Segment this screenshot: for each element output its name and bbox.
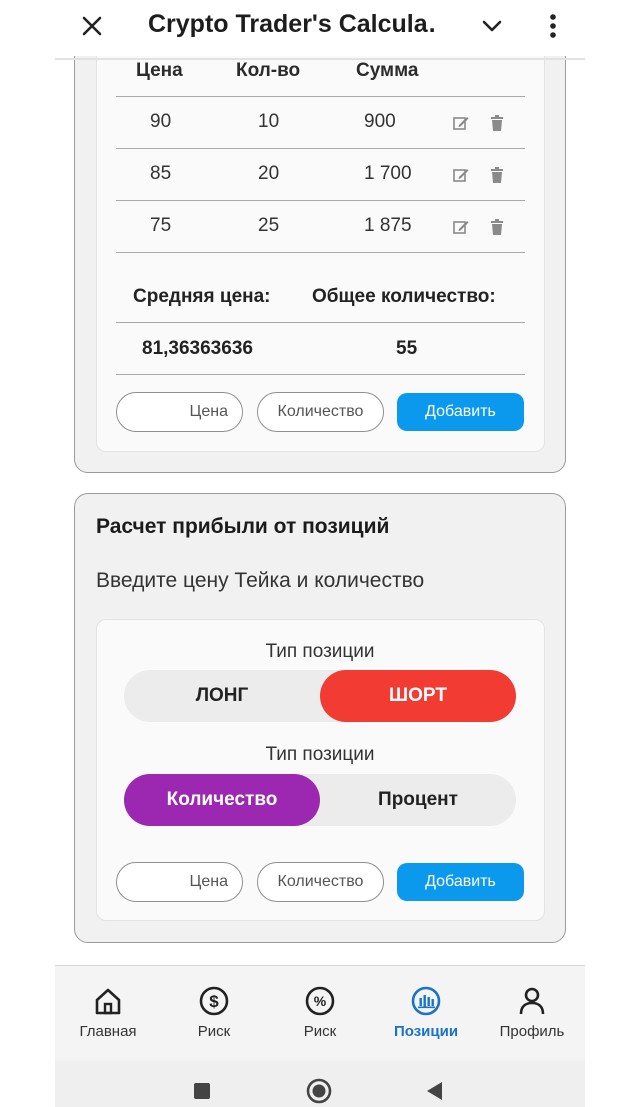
- nav-item-profile[interactable]: Профиль: [479, 966, 585, 1062]
- row-qty: 10: [258, 111, 280, 132]
- dollar-circle-icon: $: [199, 986, 229, 1016]
- take-add-button[interactable]: Добавить: [397, 863, 524, 901]
- table-row: 85 20 1 700: [116, 148, 525, 200]
- close-icon: [82, 16, 102, 36]
- nav-label-positions: Позиции: [393, 1023, 459, 1040]
- average-price-value: 81,36363636: [142, 338, 253, 359]
- position-mode-toggle: Количество Процент: [124, 774, 516, 826]
- app-title: Crypto Trader's Calcula…: [148, 10, 438, 38]
- bottom-navigation: Главная $ Риск % Риск Позиции Профиль: [55, 965, 585, 1061]
- take-quantity-input[interactable]: Количество: [257, 862, 384, 902]
- long-option[interactable]: ЛОНГ: [124, 670, 320, 722]
- back-icon[interactable]: [425, 1081, 443, 1101]
- close-button[interactable]: [74, 8, 110, 44]
- quantity-option[interactable]: Количество: [124, 774, 320, 826]
- home-icon: [95, 988, 121, 1015]
- row-sum: 1 700: [364, 163, 412, 184]
- system-navigation-bar: [55, 1061, 585, 1107]
- percent-circle-icon: %: [305, 986, 335, 1016]
- profit-card-subtitle: Введите цену Тейка и количество: [96, 569, 425, 592]
- trash-icon[interactable]: [488, 218, 506, 236]
- profit-card-title: Расчет прибыли от позиций: [96, 515, 390, 538]
- chart-circle-icon: [411, 986, 441, 1016]
- total-qty-label: Общее количество:: [312, 286, 496, 307]
- top-app-bar: Crypto Trader's Calcula…: [0, 0, 640, 56]
- summary-divider: [116, 322, 525, 324]
- row-sum: 1 875: [364, 215, 412, 236]
- app-bar-divider: [55, 58, 585, 60]
- trash-icon[interactable]: [488, 114, 506, 132]
- edit-icon[interactable]: [452, 114, 470, 132]
- recents-icon[interactable]: [193, 1082, 211, 1100]
- percent-option[interactable]: Процент: [320, 774, 516, 826]
- table-bottom-border: [116, 252, 525, 254]
- take-price-input[interactable]: Цена: [116, 862, 243, 902]
- expand-button[interactable]: [474, 8, 510, 44]
- nav-label-risk-percent: Риск: [303, 1023, 337, 1040]
- table-row: 90 10 900: [116, 96, 525, 148]
- average-price-label: Средняя цена:: [133, 286, 271, 307]
- svg-text:%: %: [314, 993, 327, 1009]
- trash-icon[interactable]: [488, 166, 506, 184]
- summary-bottom-border: [116, 374, 525, 376]
- nav-label-home: Главная: [79, 1023, 137, 1040]
- short-option[interactable]: ШОРТ: [320, 670, 516, 722]
- nav-item-home[interactable]: Главная: [55, 966, 161, 1062]
- row-sum: 900: [364, 111, 396, 132]
- nav-item-positions[interactable]: Позиции: [373, 966, 479, 1062]
- more-options-button[interactable]: [538, 8, 568, 44]
- row-qty: 25: [258, 215, 280, 236]
- nav-label-profile: Профиль: [499, 1023, 565, 1040]
- edit-icon[interactable]: [452, 218, 470, 236]
- quantity-input[interactable]: Количество: [257, 392, 384, 432]
- table-header-qty: Кол-во: [236, 60, 301, 81]
- nav-item-risk-percent[interactable]: % Риск: [267, 966, 373, 1062]
- position-mode-label: Тип позиции: [265, 744, 375, 765]
- row-price: 75: [150, 215, 172, 236]
- person-icon: [519, 987, 545, 1015]
- table-header-sum: Сумма: [356, 60, 419, 81]
- row-price: 85: [150, 163, 172, 184]
- table-row: 75 25 1 875: [116, 200, 525, 252]
- svg-text:$: $: [209, 992, 219, 1011]
- price-input[interactable]: Цена: [116, 392, 243, 432]
- position-type-label: Тип позиции: [265, 641, 375, 662]
- total-qty-value: 55: [396, 338, 418, 359]
- position-side-toggle: ЛОНГ ШОРТ: [124, 670, 516, 722]
- home-circle-icon[interactable]: [306, 1078, 332, 1104]
- nav-label-risk-dollar: Риск: [197, 1023, 231, 1040]
- nav-item-risk-dollar[interactable]: $ Риск: [161, 966, 267, 1062]
- row-qty: 20: [258, 163, 280, 184]
- chevron-down-icon: [482, 20, 502, 32]
- add-button[interactable]: Добавить: [397, 393, 524, 431]
- row-price: 90: [150, 111, 172, 132]
- table-header-price: Цена: [136, 60, 183, 81]
- more-vert-icon: [550, 14, 556, 38]
- edit-icon[interactable]: [452, 166, 470, 184]
